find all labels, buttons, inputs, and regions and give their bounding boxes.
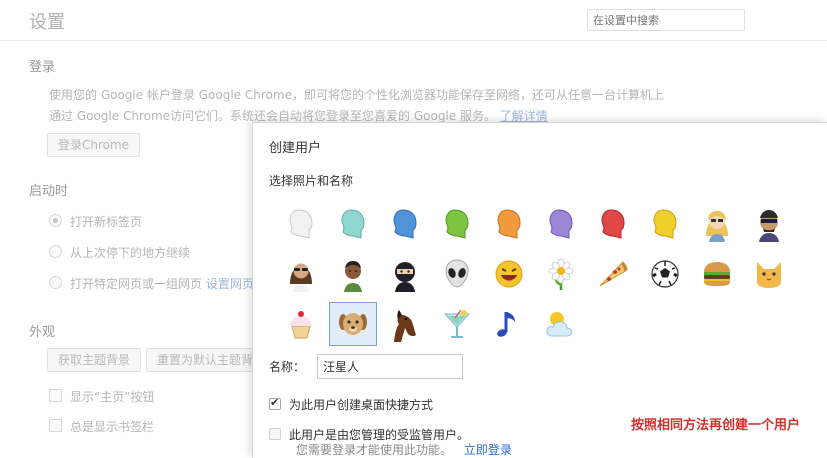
soccer-ball-avatar[interactable]	[641, 252, 689, 296]
signin-description-line2: 通过 Google Chrome访问它们。系统还会自动将您登录至您喜爱的 Goo…	[49, 109, 496, 123]
blonde-woman-avatar[interactable]	[693, 202, 741, 246]
ninja-man-icon	[759, 210, 779, 242]
signin-now-link[interactable]: 立即登录	[464, 443, 512, 457]
blue-head-avatar[interactable]	[381, 202, 429, 246]
settings-title: 设置	[29, 12, 65, 33]
create-shortcut-checkbox[interactable]	[269, 396, 281, 410]
alien-avatar[interactable]	[433, 252, 481, 296]
woman-sunglasses-avatar[interactable]	[277, 252, 325, 296]
ninja-avatar[interactable]	[381, 252, 429, 296]
startup-heading: 启动时	[29, 184, 69, 199]
supervised-user-checkbox[interactable]	[269, 428, 281, 440]
green-head-icon	[445, 209, 469, 239]
dog-avatar[interactable]	[329, 302, 377, 346]
cupcake-icon	[290, 311, 312, 339]
startup-radio-newtab[interactable]	[49, 214, 62, 227]
pizza-icon	[599, 261, 628, 287]
music-note-icon	[497, 312, 515, 337]
red-head-avatar[interactable]	[589, 202, 637, 246]
show-bookmarks-checkbox[interactable]	[49, 419, 62, 432]
purple-head-avatar[interactable]	[537, 202, 585, 246]
signin-description-line1: 使用您的 Google 帐户登录 Google Chrome，即可将您的个性化浏…	[49, 88, 664, 102]
startup-option-specific-row: 打开特定网页或一组网页 设置网页	[70, 275, 254, 292]
green-head-avatar[interactable]	[433, 202, 481, 246]
burger-icon	[704, 262, 730, 286]
cocktail-avatar[interactable]	[433, 302, 481, 346]
man-avatar[interactable]	[329, 252, 377, 296]
man-icon	[344, 261, 362, 292]
horse-avatar[interactable]	[381, 302, 429, 346]
header-divider	[0, 40, 827, 41]
orange-head-avatar[interactable]	[485, 202, 533, 246]
startup-option-specific: 打开特定网页或一组网页	[70, 277, 203, 291]
flower-avatar[interactable]	[537, 252, 585, 296]
yellow-head-icon	[653, 209, 677, 239]
white-head-icon	[289, 209, 313, 239]
yellow-head-avatar[interactable]	[641, 202, 689, 246]
teal-head-icon	[341, 209, 365, 239]
sun-cloud-icon	[546, 312, 573, 337]
cat-avatar[interactable]	[745, 252, 793, 296]
blonde-woman-icon	[706, 211, 728, 242]
name-label: 名称：	[269, 360, 306, 374]
orange-head-icon	[497, 209, 521, 239]
red-head-icon	[601, 209, 625, 239]
flower-icon	[548, 258, 574, 290]
learn-more-link[interactable]: 了解详情	[500, 109, 548, 123]
get-themes-button[interactable]: 获取主题背景	[47, 348, 142, 372]
supervised-note-row: 您需要登录才能使用此功能。 立即登录	[296, 441, 512, 458]
startup-option-newtab: 打开新标签页	[70, 215, 143, 229]
create-shortcut-label: 为此用户创建桌面快捷方式	[289, 398, 434, 412]
appearance-heading: 外观	[29, 325, 56, 340]
cocktail-icon	[443, 309, 471, 338]
signin-heading: 登录	[29, 60, 56, 75]
smiley-avatar[interactable]	[485, 252, 533, 296]
purple-head-icon	[549, 209, 573, 239]
music-note-avatar[interactable]	[485, 302, 533, 346]
show-bookmarks-label: 总是显示书签栏	[70, 420, 155, 434]
smiley-icon	[495, 260, 523, 288]
startup-radio-continue[interactable]	[49, 245, 62, 258]
startup-radio-specific[interactable]	[49, 276, 62, 289]
burger-avatar[interactable]	[693, 252, 741, 296]
cupcake-avatar[interactable]	[277, 302, 325, 346]
supervised-note: 您需要登录才能使用此功能。	[296, 443, 453, 457]
teal-head-avatar[interactable]	[329, 202, 377, 246]
signin-chrome-button[interactable]: 登录Chrome	[47, 133, 141, 157]
name-input[interactable]	[317, 354, 463, 379]
blue-head-icon	[393, 209, 417, 239]
show-home-checkbox[interactable]	[49, 389, 62, 402]
instruction-annotation: 按照相同方法再创建一个用户	[631, 418, 801, 433]
settings-search-input[interactable]	[587, 9, 745, 31]
dialog-subtitle: 选择照片和名称	[269, 174, 354, 188]
pizza-avatar[interactable]	[589, 252, 637, 296]
ninja-icon	[395, 262, 415, 292]
horse-icon	[394, 310, 416, 342]
dog-icon	[339, 313, 367, 335]
startup-option-continue: 从上次停下的地方继续	[70, 246, 191, 260]
create-user-dialog: 创建用户 选择照片和名称 名称： 汪星人 ✔ 为此用户创建桌面快捷方式 此用户是…	[252, 122, 827, 458]
white-head-avatar[interactable]	[277, 202, 325, 246]
set-pages-link[interactable]: 设置网页	[206, 277, 254, 291]
show-home-label: 显示“主页”按钮	[70, 390, 155, 404]
woman-sunglasses-icon	[290, 263, 312, 292]
dialog-title: 创建用户	[269, 141, 322, 156]
ninja-man-avatar[interactable]	[745, 202, 793, 246]
cat-icon	[757, 262, 781, 288]
soccer-ball-icon	[651, 260, 679, 288]
alien-icon	[445, 259, 469, 288]
sun-cloud-avatar[interactable]	[537, 302, 585, 346]
